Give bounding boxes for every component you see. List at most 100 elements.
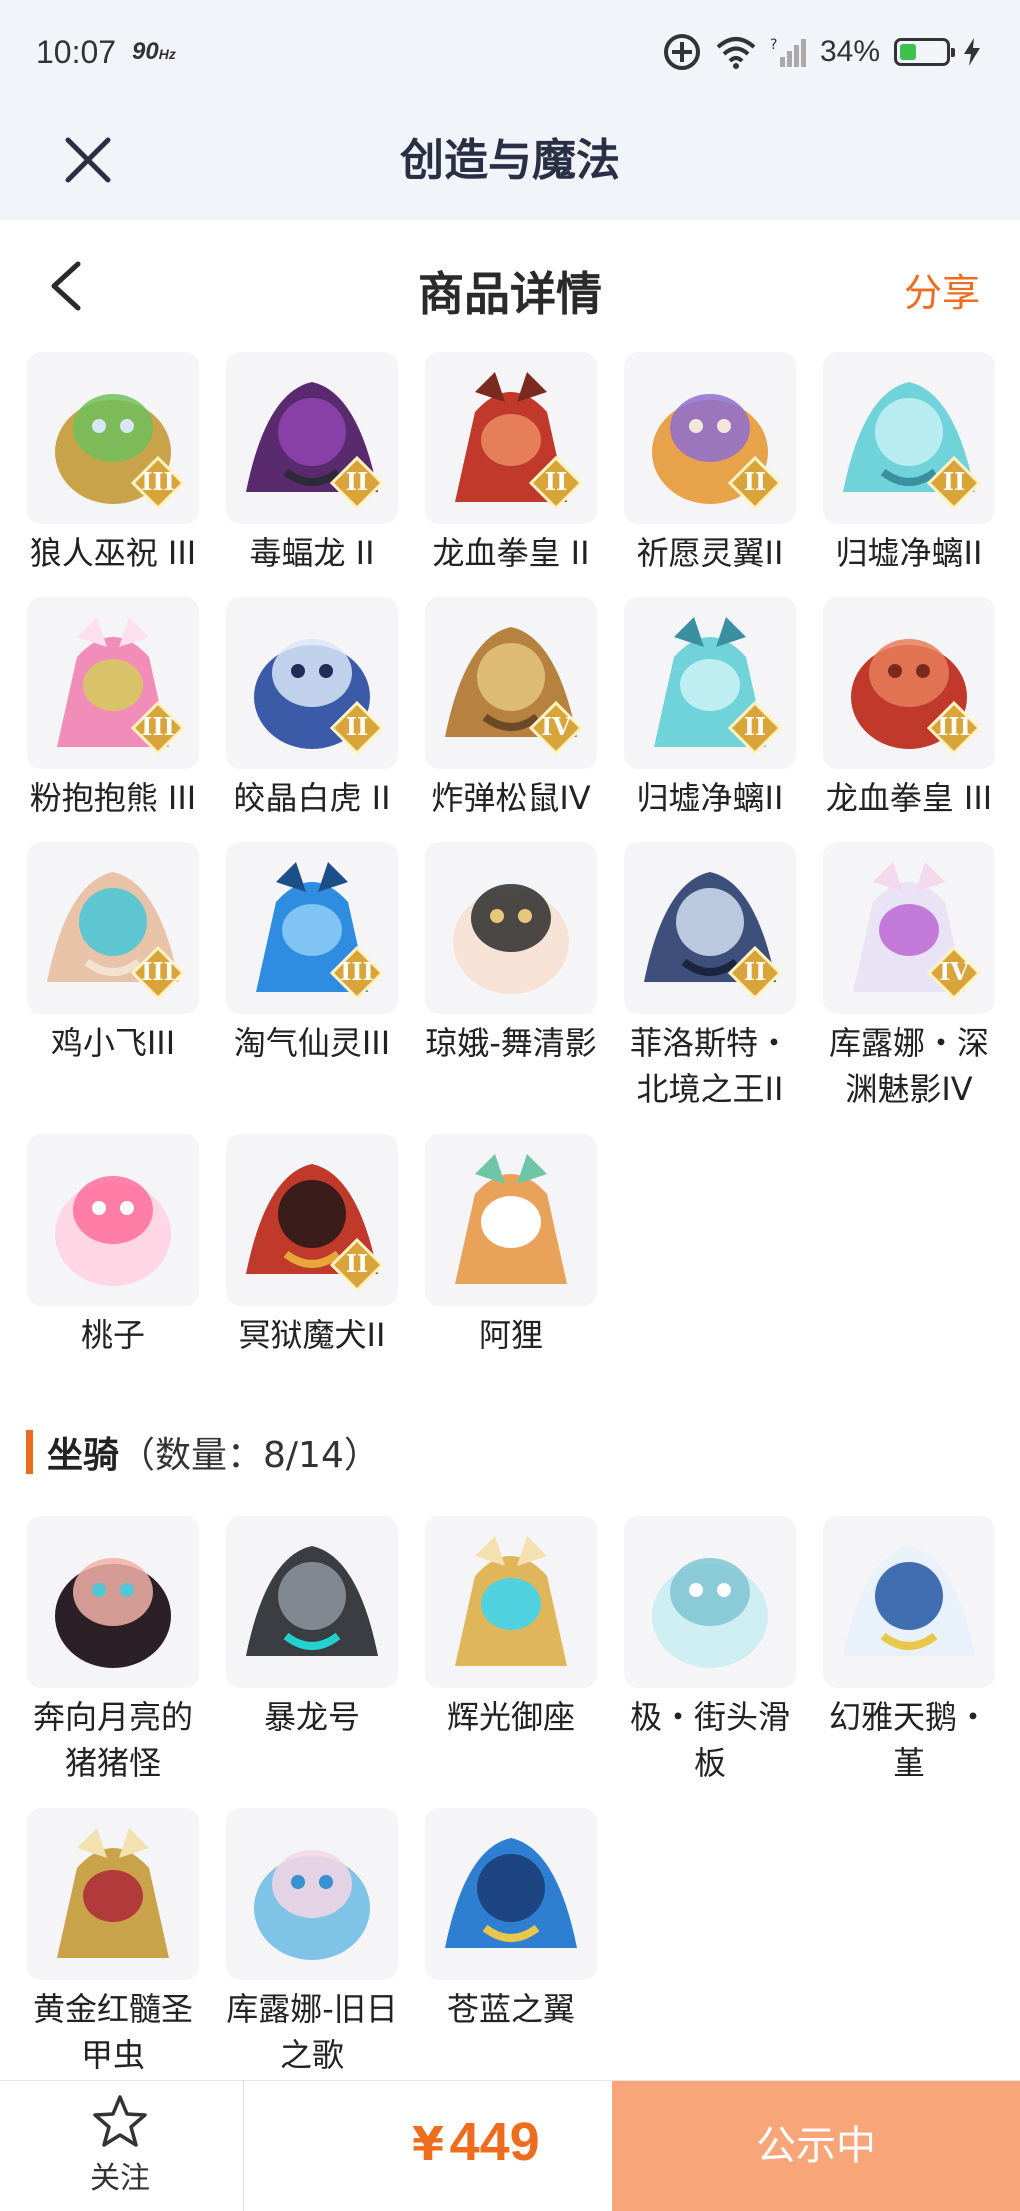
- pet-item[interactable]: 阿狸: [416, 1134, 606, 1358]
- wifi-icon: [716, 37, 756, 69]
- mount-name: 幻雅天鹅・堇: [828, 1698, 989, 1782]
- item-art: [455, 1536, 567, 1666]
- pet-item[interactable]: II 归墟净螭II: [615, 597, 805, 821]
- tier-badge: III: [330, 946, 384, 1000]
- mount-thumbnail[interactable]: [823, 1516, 995, 1688]
- tier-label: II: [942, 467, 966, 496]
- pet-thumbnail[interactable]: II: [425, 352, 597, 524]
- mount-thumbnail[interactable]: [27, 1516, 199, 1688]
- pet-item[interactable]: II 毒蝠龙 II: [217, 352, 407, 576]
- pet-item[interactable]: III 鸡小飞III: [18, 842, 208, 1066]
- battery-percent: 34%: [819, 35, 880, 68]
- pet-thumbnail[interactable]: III: [226, 842, 398, 1014]
- share-button[interactable]: 分享: [904, 262, 980, 317]
- tier-badge: II: [330, 701, 384, 755]
- refresh-rate: 90Hz: [132, 38, 176, 66]
- mount-thumbnail[interactable]: [624, 1516, 796, 1688]
- pet-name: 粉抱抱熊 III: [29, 779, 197, 817]
- pet-thumbnail[interactable]: III: [27, 842, 199, 1014]
- pet-thumbnail[interactable]: II: [226, 352, 398, 524]
- mount-name: 苍蓝之翼: [446, 1990, 575, 2028]
- pet-item[interactable]: II 祈愿灵翼II: [615, 352, 805, 576]
- mount-item[interactable]: 幻雅天鹅・堇: [814, 1516, 1004, 1786]
- signal-icon: ?: [770, 37, 806, 67]
- tier-label: II: [743, 467, 767, 496]
- item-art: [57, 1828, 169, 1958]
- mount-thumbnail[interactable]: [425, 1516, 597, 1688]
- mount-thumbnail[interactable]: [425, 1808, 597, 1980]
- pet-thumbnail[interactable]: II: [226, 597, 398, 769]
- tier-label: IV: [541, 712, 571, 741]
- pet-item[interactable]: III 粉抱抱熊 III: [18, 597, 208, 821]
- tier-badge: II: [728, 946, 782, 1000]
- pet-item[interactable]: IV 库露娜・深渊魅影IV: [814, 842, 1004, 1112]
- mount-item[interactable]: 奔向月亮的猪猪怪: [18, 1516, 208, 1786]
- mount-thumbnail[interactable]: [226, 1808, 398, 1980]
- pet-item[interactable]: II 菲洛斯特・北境之王II: [615, 842, 805, 1112]
- pet-item[interactable]: 桃子: [18, 1134, 208, 1358]
- pet-name: 库露娜・深渊魅影IV: [828, 1024, 989, 1108]
- tier-label: III: [141, 712, 175, 741]
- item-art: [55, 1176, 171, 1286]
- mount-name: 奔向月亮的猪猪怪: [32, 1698, 193, 1782]
- tier-label: III: [340, 957, 374, 986]
- mount-item[interactable]: 黄金红髓圣甲虫: [18, 1808, 208, 2078]
- mount-item[interactable]: 极・街头滑板: [615, 1516, 805, 1786]
- pet-item[interactable]: II 归墟净螭II: [814, 352, 1004, 576]
- pet-thumbnail[interactable]: III: [27, 352, 199, 524]
- pet-name: 狼人巫祝 III: [29, 534, 197, 572]
- pet-thumbnail[interactable]: IV: [425, 597, 597, 769]
- mount-thumbnail[interactable]: [27, 1808, 199, 1980]
- mounts-section-title: 坐骑 （数量：8/14）: [26, 1428, 380, 1476]
- pet-thumbnail[interactable]: II: [624, 842, 796, 1014]
- item-art: [455, 1154, 567, 1284]
- pet-thumbnail[interactable]: III: [823, 597, 995, 769]
- pet-thumbnail[interactable]: [27, 1134, 199, 1306]
- pet-item[interactable]: IV 炸弹松鼠IV: [416, 597, 606, 821]
- mount-name: 辉光御座: [446, 1698, 575, 1736]
- pet-name: 阿狸: [478, 1316, 543, 1354]
- pet-name: 皎晶白虎 II: [233, 779, 391, 817]
- item-art: [246, 1546, 378, 1656]
- pet-item[interactable]: III 龙血拳皇 III: [814, 597, 1004, 821]
- pet-thumbnail[interactable]: II: [624, 352, 796, 524]
- battery-icon: [894, 38, 955, 66]
- mount-item[interactable]: 辉光御座: [416, 1516, 606, 1740]
- tier-label: IV: [939, 957, 969, 986]
- tier-badge: IV: [927, 946, 981, 1000]
- pet-item[interactable]: 琼娥-舞清影: [416, 842, 606, 1066]
- tier-label: II: [743, 957, 767, 986]
- pet-item[interactable]: II 冥狱魔犬II: [217, 1134, 407, 1358]
- tier-badge: IV: [529, 701, 583, 755]
- pet-thumbnail[interactable]: [425, 1134, 597, 1306]
- mount-item[interactable]: 库露娜-旧日之歌: [217, 1808, 407, 2078]
- mount-item[interactable]: 暴龙号: [217, 1516, 407, 1740]
- pet-name: 鸡小飞III: [50, 1024, 176, 1062]
- pet-thumbnail[interactable]: IV: [823, 842, 995, 1014]
- pet-name: 桃子: [80, 1316, 145, 1354]
- tier-label: II: [743, 712, 767, 741]
- divider: [243, 2081, 244, 2211]
- bottom-bar: 关注 ¥ 449 公示中: [0, 2080, 1020, 2211]
- pet-thumbnail[interactable]: II: [624, 597, 796, 769]
- pet-item[interactable]: III 狼人巫祝 III: [18, 352, 208, 576]
- pet-item[interactable]: III 淘气仙灵III: [217, 842, 407, 1066]
- tier-label: II: [345, 1249, 369, 1278]
- tier-badge: III: [131, 946, 185, 1000]
- pet-item[interactable]: II 皎晶白虎 II: [217, 597, 407, 821]
- pet-name: 毒蝠龙 II: [249, 534, 375, 572]
- pet-thumbnail[interactable]: [425, 842, 597, 1014]
- follow-button[interactable]: 关注: [0, 2081, 240, 2211]
- mount-item[interactable]: 苍蓝之翼: [416, 1808, 606, 2032]
- pet-name: 菲洛斯特・北境之王II: [629, 1024, 790, 1108]
- pet-name: 祈愿灵翼II: [636, 534, 784, 572]
- pet-name: 归墟净螭II: [636, 779, 784, 817]
- pet-item[interactable]: II 龙血拳皇 II: [416, 352, 606, 576]
- tier-label: II: [345, 467, 369, 496]
- follow-label: 关注: [90, 2161, 150, 2196]
- mount-thumbnail[interactable]: [226, 1516, 398, 1688]
- pet-thumbnail[interactable]: II: [226, 1134, 398, 1306]
- publicity-status-button[interactable]: 公示中: [612, 2081, 1020, 2211]
- pet-thumbnail[interactable]: III: [27, 597, 199, 769]
- pet-thumbnail[interactable]: II: [823, 352, 995, 524]
